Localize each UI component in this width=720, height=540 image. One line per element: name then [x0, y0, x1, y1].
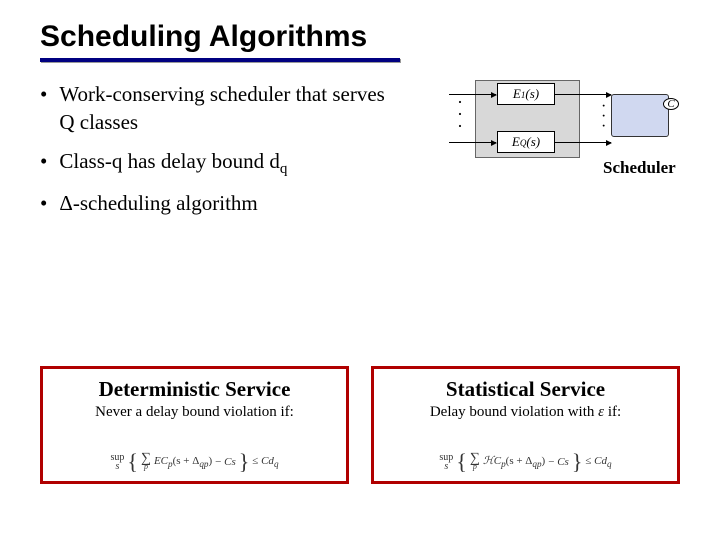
bullet-2: Class-q has delay bound dq [40, 147, 395, 180]
det-formula: sup s { ∑ p ECp(s + Δqp) − Cs } ≤ Cdq [110, 453, 278, 471]
stat-sub-pre: Delay bound violation with [430, 404, 598, 420]
deterministic-card: Deterministic Service Never a delay boun… [40, 366, 349, 484]
statistical-card: Statistical Service Delay bound violatio… [371, 366, 680, 484]
cd-text-2: Cd [594, 455, 607, 467]
arrow-out-top [555, 94, 611, 95]
scheduler-diagram: ··· E1(s) EQ(s) ··· C Scheduler [415, 80, 680, 190]
stat-card-title: Statistical Service [382, 377, 669, 402]
stat-hc-term: ℋCp(s + Δqp) [483, 454, 545, 469]
stat-card-sub: Delay bound violation with ε if: [382, 404, 669, 421]
minus-cs-2: − Cs [548, 456, 569, 468]
sup-sub: s [115, 462, 119, 471]
hc-text: ℋC [483, 455, 501, 467]
arg-l-2: (s + Δ [506, 455, 533, 467]
arg-r: ) [208, 455, 212, 467]
capacity-circle: C [663, 98, 679, 110]
arg-l: (s + Δ [173, 455, 200, 467]
sup-operator: sup s [110, 453, 124, 471]
bullet-3-text: Δ-scheduling algorithm [59, 189, 257, 217]
stat-sub-post: if: [604, 404, 621, 420]
cd-sub-2: q [607, 459, 612, 469]
arrow-out-bottom [555, 142, 611, 143]
cs-text: Cs [224, 456, 236, 468]
det-ec-term: ECp(s + Δqp) [154, 455, 212, 469]
e1-e: E [513, 86, 521, 101]
stat-formula: sup s { ∑ p ℋCp(s + Δqp) − Cs } ≤ Cdq [439, 453, 611, 471]
sup-sub-2: s [444, 462, 448, 471]
bullet-1: Work-conserving scheduler that serves Q … [40, 80, 395, 137]
leq-cd-2: ≤ Cdq [585, 455, 611, 469]
det-card-title: Deterministic Service [51, 377, 338, 402]
e1-arg: (s) [525, 86, 539, 101]
minus-cs: − Cs [215, 456, 236, 468]
bullet-list: Work-conserving scheduler that serves Q … [40, 80, 395, 228]
arg-sub-2: qp [532, 459, 541, 469]
cd-sub: q [274, 459, 279, 469]
sup-operator-2: sup s [439, 453, 453, 471]
arg-sub: qp [199, 459, 208, 469]
eq-e: E [512, 134, 520, 149]
envelope-box-1: E1(s) [497, 83, 555, 105]
arrow-in-bottom [449, 142, 496, 143]
title-underline [40, 58, 400, 62]
cards-row: Deterministic Service Never a delay boun… [40, 366, 680, 484]
vertical-dots-in: ··· [457, 96, 463, 132]
bullet-2-sub: q [280, 161, 288, 177]
det-card-sub: Never a delay bound violation if: [51, 404, 338, 421]
cd-text: Cd [261, 455, 274, 467]
bullet-1-text: Work-conserving scheduler that serves Q … [59, 80, 395, 137]
bullet-3: Δ-scheduling algorithm [40, 189, 395, 217]
eq-arg: (s) [526, 134, 540, 149]
bullet-2-text: Class-q has delay bound dq [59, 147, 287, 180]
ec-text: EC [154, 455, 168, 467]
sigma-sub-2: p [473, 464, 477, 470]
scheduler-label: Scheduler [603, 158, 676, 178]
sigma-sub: p [144, 464, 148, 470]
bullet-2-pre: Class-q has delay bound d [59, 149, 279, 173]
upper-row: Work-conserving scheduler that serves Q … [40, 80, 680, 228]
cs-text-2: Cs [557, 456, 569, 468]
vertical-dots-out: ··· [601, 102, 606, 132]
bullet-3-post: -scheduling algorithm [73, 191, 258, 215]
envelope-box-q: EQ(s) [497, 131, 555, 153]
sigma-operator-2: ∑ p [470, 453, 480, 471]
slide-title: Scheduling Algorithms [40, 20, 680, 54]
scheduler-box [611, 94, 669, 137]
arg-r-2: ) [542, 455, 546, 467]
leq-cd: ≤ Cdq [252, 455, 278, 469]
delta-symbol: Δ [59, 191, 73, 215]
sigma-operator: ∑ p [141, 453, 151, 471]
